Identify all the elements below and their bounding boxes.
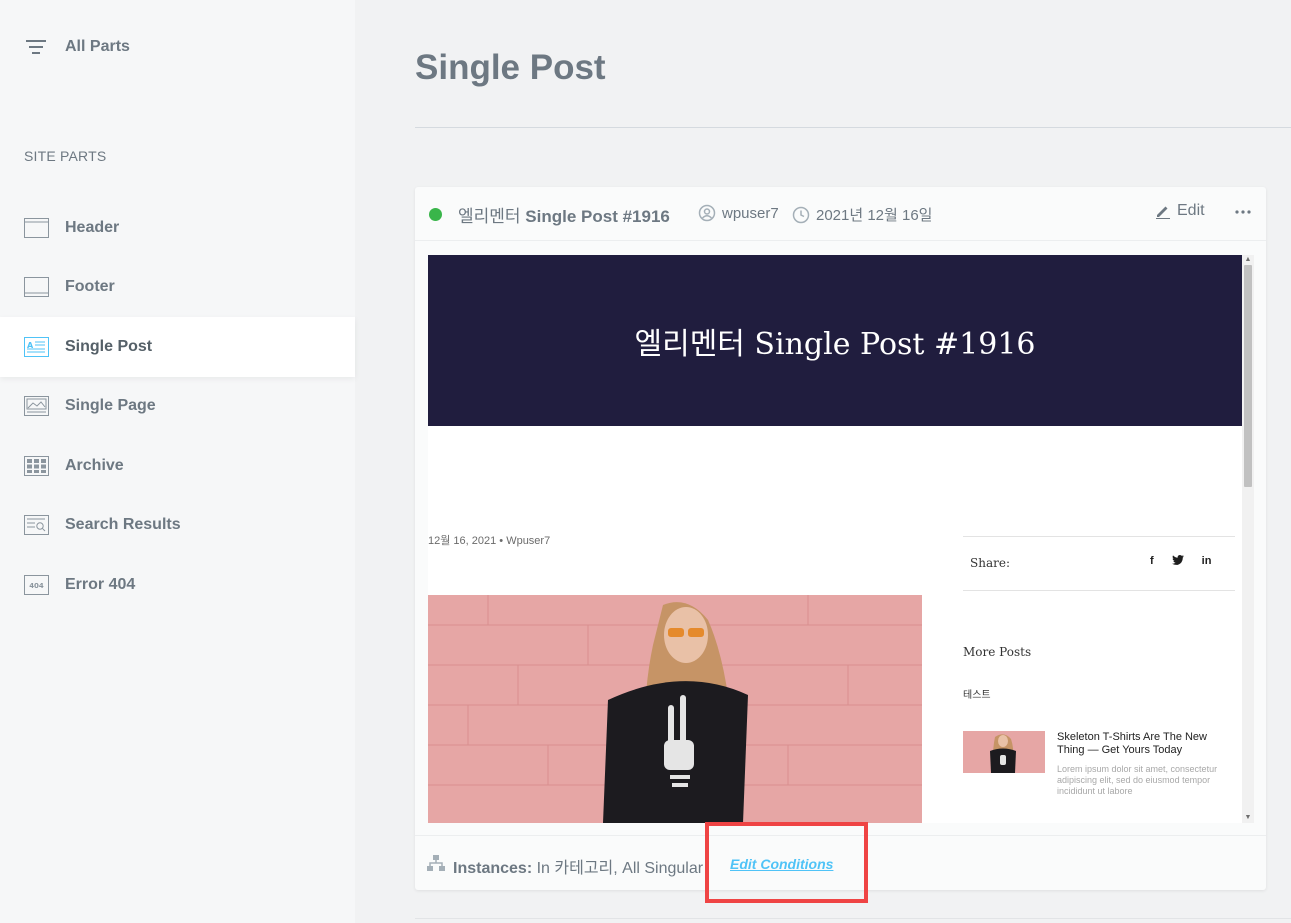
sidebar-item-search-results[interactable]: Search Results [0, 496, 355, 556]
page-title: Single Post [415, 48, 606, 87]
card-header: 엘리멘터 Single Post #1916 wpuser7 2021년 12월… [415, 187, 1266, 241]
scroll-thumb[interactable] [1244, 265, 1252, 487]
sidebar-item-label: Archive [65, 456, 124, 474]
single-post-icon: A [24, 336, 49, 357]
template-title[interactable]: 엘리멘터 Single Post #1916 [458, 202, 670, 227]
template-card: 엘리멘터 Single Post #1916 wpuser7 2021년 12월… [415, 187, 1266, 890]
header-icon [24, 217, 49, 238]
facebook-icon[interactable]: f [1150, 555, 1154, 568]
edit-label: Edit [1177, 202, 1205, 219]
sidebar-item-label: Header [65, 218, 120, 236]
sidebar-item-single-page[interactable]: Single Page [0, 377, 355, 437]
instances-label: Instances: [453, 860, 533, 877]
title-divider [415, 127, 1291, 128]
sidebar-item-label: Single Post [65, 337, 153, 355]
pencil-icon [1156, 206, 1170, 219]
template-preview[interactable]: 엘리멘터 Single Post #1916 12월 16, 2021 • Wp… [428, 255, 1254, 823]
all-parts-link[interactable]: All Parts [24, 35, 130, 59]
search-results-icon [24, 515, 49, 536]
archive-icon [24, 455, 49, 476]
more-options-button[interactable] [1232, 201, 1254, 223]
error-404-icon: 404 [24, 574, 49, 595]
sidebar-item-archive[interactable]: Archive [0, 436, 355, 496]
preview-scrollbar[interactable]: ▲ ▼ [1242, 255, 1254, 823]
sidebar-item-label: Error 404 [65, 575, 136, 593]
twitter-icon[interactable] [1171, 555, 1184, 568]
site-parts-list: Header Footer A Single Post Single Page … [0, 198, 355, 615]
more-posts-heading: More Posts [963, 645, 1032, 659]
scroll-down-arrow-icon[interactable]: ▼ [1244, 814, 1252, 822]
more-dots-icon [1235, 210, 1251, 214]
single-page-icon [24, 396, 49, 417]
status-indicator [429, 208, 442, 221]
preview-post-meta: 12월 16, 2021 • Wpuser7 [428, 535, 551, 547]
sidebar-item-single-post[interactable]: A Single Post [0, 317, 355, 377]
highlight-box [705, 822, 868, 903]
share-label: Share: [970, 556, 1010, 570]
category-label: 테스트 [963, 690, 991, 701]
linkedin-icon[interactable]: in [1202, 555, 1212, 568]
template-author: wpuser7 [698, 204, 779, 222]
more-post-excerpt: Lorem ipsum dolor sit amet, consectetur … [1057, 764, 1218, 796]
more-post-thumbnail [963, 731, 1045, 773]
template-title-name: Single Post #1916 [525, 207, 670, 226]
sidebar: All Parts SITE PARTS Header Footer A Sin… [0, 0, 355, 923]
site-parts-heading: SITE PARTS [24, 148, 107, 164]
user-icon [698, 204, 716, 222]
edit-button[interactable]: Edit [1155, 202, 1205, 220]
sidebar-item-label: Search Results [65, 516, 181, 534]
preview-hero-title: 엘리멘터 Single Post #1916 [634, 326, 1036, 362]
more-post-title: Skeleton T-Shirts Are The New Thing — Ge… [1057, 731, 1207, 756]
date-text: 2021년 12월 16일 [816, 207, 933, 224]
footer-icon [24, 277, 49, 298]
template-date: 2021년 12월 16일 [792, 204, 932, 225]
sidebar-item-footer[interactable]: Footer [0, 258, 355, 318]
author-name: wpuser7 [722, 204, 779, 222]
share-divider-top [963, 536, 1235, 537]
sidebar-item-header[interactable]: Header [0, 198, 355, 258]
preview-hero: 엘리멘터 Single Post #1916 [428, 255, 1242, 426]
scroll-up-arrow-icon[interactable]: ▲ [1244, 256, 1252, 264]
bottom-divider [415, 918, 1291, 919]
sidebar-item-error-404[interactable]: 404 Error 404 [0, 555, 355, 615]
sidebar-item-label: Footer [65, 278, 115, 296]
share-divider-bottom [963, 590, 1235, 591]
share-icons: f in [1150, 555, 1211, 568]
svg-text:404: 404 [29, 582, 44, 590]
instances-value: In 카테고리, All Singular [536, 860, 704, 877]
template-title-prefix: 엘리멘터 [458, 207, 521, 226]
clock-icon [792, 206, 810, 223]
preview-featured-image [428, 595, 922, 823]
all-parts-label: All Parts [65, 38, 130, 55]
sidebar-item-label: Single Page [65, 397, 156, 415]
filter-icon [24, 35, 48, 59]
instances-text: Instances: In 카테고리, All Singular [453, 854, 705, 878]
sitemap-icon [427, 855, 445, 871]
